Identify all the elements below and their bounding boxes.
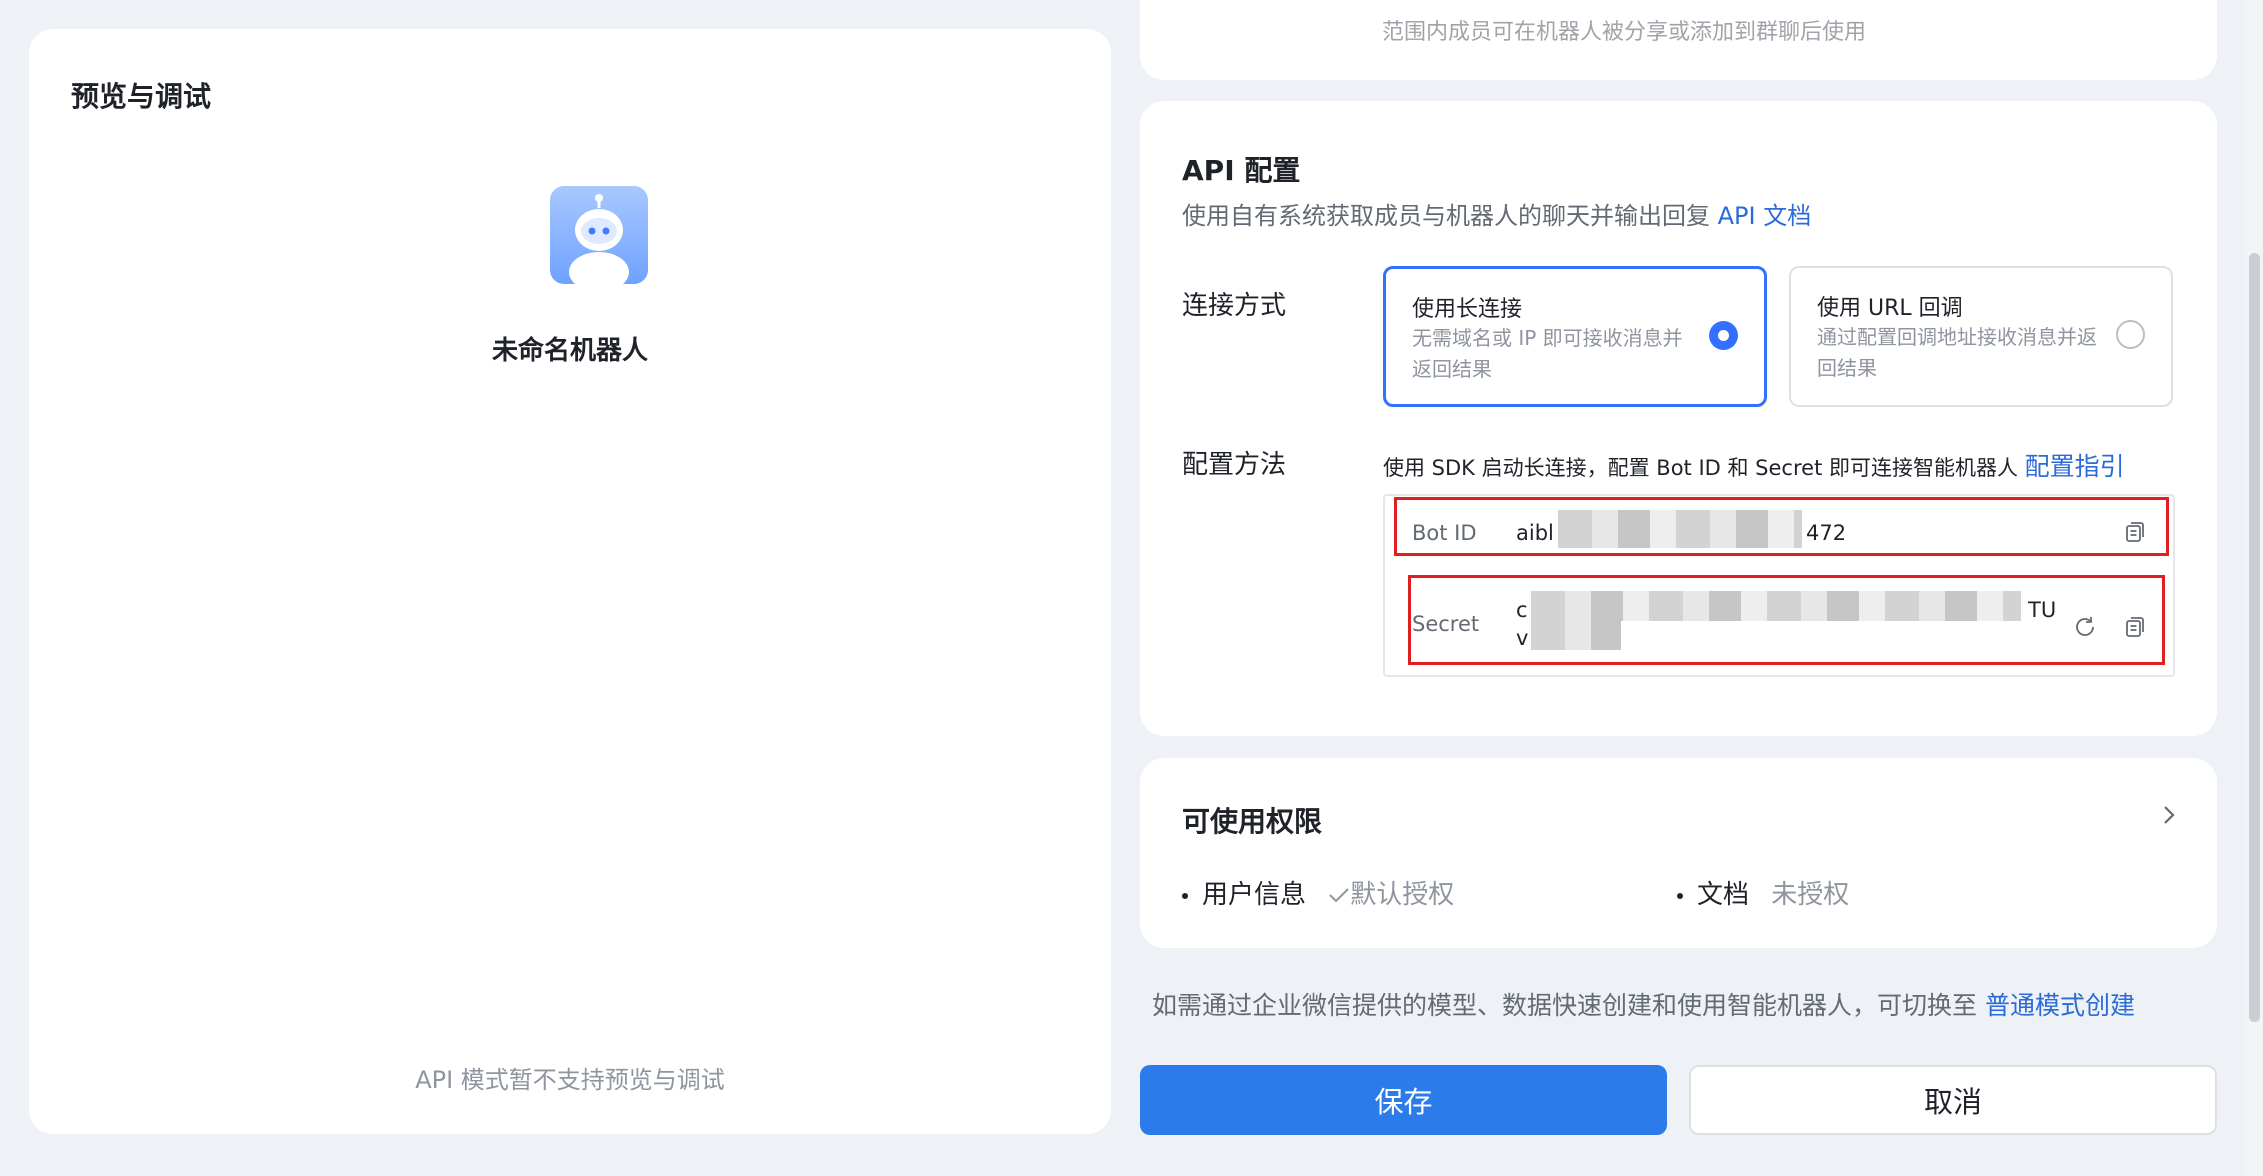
visibility-hint: 范围内成员可在机器人被分享或添加到群聊后使用	[1382, 20, 1867, 45]
visibility-card: 范围内成员可在机器人被分享或添加到群聊后使用	[1140, 0, 2217, 80]
option-url-callback[interactable]: 使用 URL 回调 通过配置回调地址接收消息并返回结果	[1789, 266, 2173, 407]
radio-unselected[interactable]	[2116, 320, 2145, 349]
preview-unsupported-hint: API 模式暂不支持预览与调试	[415, 1066, 725, 1094]
api-config-title: API 配置	[1182, 154, 1301, 187]
save-button[interactable]: 保存	[1140, 1065, 1667, 1135]
preview-panel: 预览与调试 未命名机器人 API 模式暂不支持预览与调试	[29, 29, 1111, 1134]
permission-item-user-info: 用户信息 默认授权	[1182, 874, 1454, 911]
permission-name: 用户信息	[1202, 880, 1307, 910]
option-long-connection[interactable]: 使用长连接 无需域名或 IP 即可接收消息并返回结果	[1383, 266, 1767, 407]
permission-name: 文档	[1697, 880, 1750, 910]
option-desc: 无需域名或 IP 即可接收消息并返回结果	[1412, 326, 1683, 381]
config-method-desc: 使用 SDK 启动长连接，配置 Bot ID 和 Secret 即可连接智能机器…	[1383, 447, 2125, 483]
option-title: 使用长连接	[1412, 297, 1523, 322]
bot-name: 未命名机器人	[491, 336, 648, 366]
check-icon	[1329, 888, 1349, 903]
api-config-card: API 配置 使用自有系统获取成员与机器人的聊天并输出回复 API 文档 连接方…	[1140, 101, 2217, 736]
switch-normal-mode-link[interactable]: 普通模式创建	[1985, 991, 2135, 1020]
permissions-card[interactable]: 可使用权限 用户信息 默认授权 文档 未授权	[1140, 758, 2217, 948]
bullet	[1182, 892, 1188, 899]
switch-hint-text: 如需通过企业微信提供的模型、数据快速创建和使用智能机器人，可切换至	[1152, 991, 1978, 1020]
credentials-box: Bot ID aibl 472 Secret c v TU	[1383, 494, 2175, 677]
radio-selected[interactable]	[1709, 321, 1738, 350]
config-guide-link[interactable]: 配置指引	[2025, 452, 2125, 481]
api-desc-text: 使用自有系统获取成员与机器人的聊天并输出回复	[1182, 202, 1710, 230]
chevron-right-icon[interactable]	[2158, 800, 2180, 834]
bullet	[1677, 892, 1683, 899]
preview-title: 预览与调试	[71, 80, 212, 113]
permission-status: 未授权	[1771, 880, 1850, 910]
option-title: 使用 URL 回调	[1817, 296, 1963, 321]
highlight-box-secret	[1408, 575, 2165, 665]
api-doc-link[interactable]: API 文档	[1718, 202, 1812, 230]
config-method-label: 配置方法	[1182, 450, 1287, 480]
method-desc-text: 使用 SDK 启动长连接，配置 Bot ID 和 Secret 即可连接智能机器…	[1383, 456, 2018, 480]
switch-mode-hint: 如需通过企业微信提供的模型、数据快速创建和使用智能机器人，可切换至 普通模式创建	[1152, 986, 2135, 1022]
option-desc: 通过配置回调地址接收消息并返回结果	[1817, 325, 2097, 380]
cancel-button[interactable]: 取消	[1689, 1065, 2217, 1135]
connection-method-label: 连接方式	[1182, 291, 1287, 321]
permissions-title: 可使用权限	[1182, 805, 1323, 838]
permission-status: 默认授权	[1350, 880, 1455, 910]
robot-avatar-icon	[550, 186, 648, 284]
highlight-box-bot-id	[1394, 497, 2169, 556]
scrollbar-thumb[interactable]	[2249, 253, 2260, 1022]
api-config-desc: 使用自有系统获取成员与机器人的聊天并输出回复 API 文档	[1182, 196, 1811, 231]
permission-item-docs: 文档 未授权	[1677, 874, 1849, 911]
